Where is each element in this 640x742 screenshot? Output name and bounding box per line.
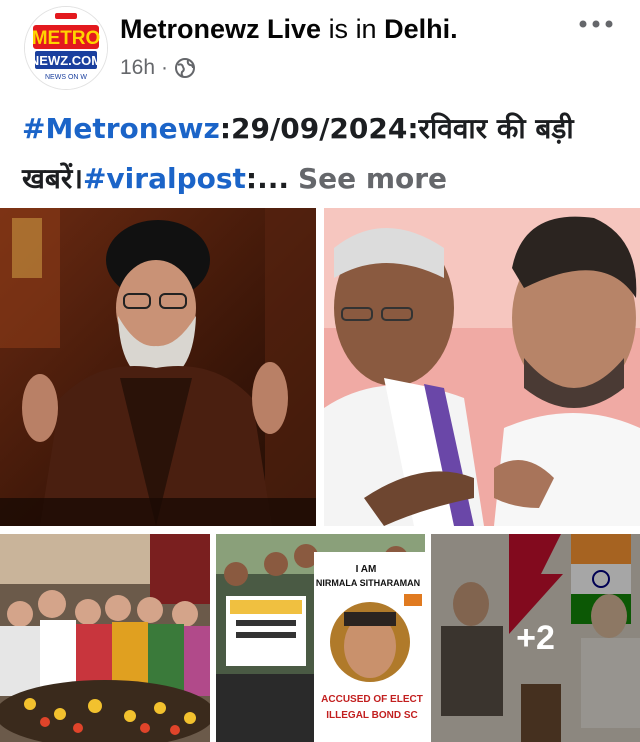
meta-separator: · xyxy=(161,56,169,79)
photo-2[interactable] xyxy=(324,208,640,526)
svg-text:ACCUSED OF ELECT: ACCUSED OF ELECT xyxy=(321,694,423,705)
photo-3[interactable] xyxy=(0,534,210,742)
post-caption: #Metronewz:29/09/2024:रविवार की बड़ी खबर… xyxy=(22,104,622,204)
svg-text:NIRMALA SITHARAMAN: NIRMALA SITHARAMAN xyxy=(316,578,420,588)
svg-text:ILLEGAL BOND SC: ILLEGAL BOND SC xyxy=(326,710,417,721)
author-name[interactable]: Metronewz Live xyxy=(120,14,321,44)
avatar[interactable]: METRO NEWZ.COM NEWS ON W xyxy=(24,6,108,90)
photo-1[interactable] xyxy=(0,208,316,526)
location-name[interactable]: Delhi xyxy=(384,14,450,44)
post-header: METRO NEWZ.COM NEWS ON W Metronewz Live … xyxy=(0,0,640,100)
author-line: Metronewz Live is in Delhi. xyxy=(120,14,458,44)
metronewz-logo-icon: METRO NEWZ.COM NEWS ON W xyxy=(25,7,107,89)
post-meta: 16h · xyxy=(120,56,196,80)
photo-2-image xyxy=(324,208,640,526)
photo-4[interactable]: I AM NIRMALA SITHARAMAN ACCUSED OF ELECT… xyxy=(216,534,425,742)
more-dots-icon xyxy=(579,20,613,28)
svg-text:NEWZ.COM: NEWZ.COM xyxy=(30,53,102,68)
photo-5[interactable]: +2 xyxy=(431,534,640,742)
location-connector: is in xyxy=(328,14,377,44)
more-photos-overlay[interactable]: +2 xyxy=(431,534,640,742)
see-more-link[interactable]: See more xyxy=(298,162,447,195)
photo-1-image xyxy=(0,208,316,526)
svg-text:METRO: METRO xyxy=(32,28,101,49)
photo-4-image: I AM NIRMALA SITHARAMAN ACCUSED OF ELECT… xyxy=(216,534,425,742)
post-time[interactable]: 16h xyxy=(120,56,155,80)
globe-icon xyxy=(175,58,196,78)
caption-text-2: :... xyxy=(245,162,290,195)
svg-text:I AM: I AM xyxy=(356,564,377,575)
hashtag-viralpost[interactable]: #viralpost xyxy=(83,162,246,195)
photo-3-image xyxy=(0,534,210,742)
more-options-button[interactable] xyxy=(566,4,626,44)
hashtag-metronewz[interactable]: #Metronewz xyxy=(22,112,220,145)
svg-text:NEWS ON W: NEWS ON W xyxy=(45,74,87,81)
